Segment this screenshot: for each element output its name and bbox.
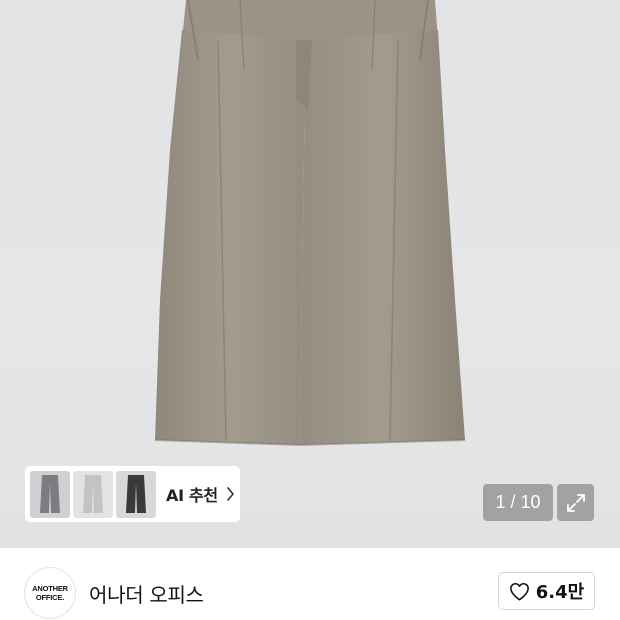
expand-image-button[interactable] [557, 484, 594, 521]
like-button[interactable]: 6.4만 [498, 572, 595, 610]
image-page-counter: 1 / 10 [483, 484, 553, 521]
ai-recommendation-label[interactable]: AI 추천 [166, 482, 218, 506]
ai-recommendation-panel[interactable]: AI 추천 [25, 466, 240, 522]
chevron-right-icon[interactable] [226, 486, 236, 502]
brand-bar: ANOTHER OFFICE. 어나더 오피스 6.4만 [0, 548, 620, 620]
recommendation-thumbnail[interactable] [116, 470, 156, 518]
brand-logo-line1: ANOTHER [32, 584, 68, 593]
heart-icon [509, 582, 529, 600]
like-count: 6.4만 [535, 582, 585, 603]
brand-logo-line2: OFFICE. [35, 593, 65, 602]
recommendation-thumbnail[interactable] [73, 470, 113, 518]
expand-icon [566, 493, 585, 512]
recommendation-thumbnail[interactable] [30, 470, 70, 518]
brand-name[interactable]: 어나더 오피스 [89, 579, 204, 608]
brand-logo[interactable]: ANOTHER OFFICE. [24, 567, 76, 619]
